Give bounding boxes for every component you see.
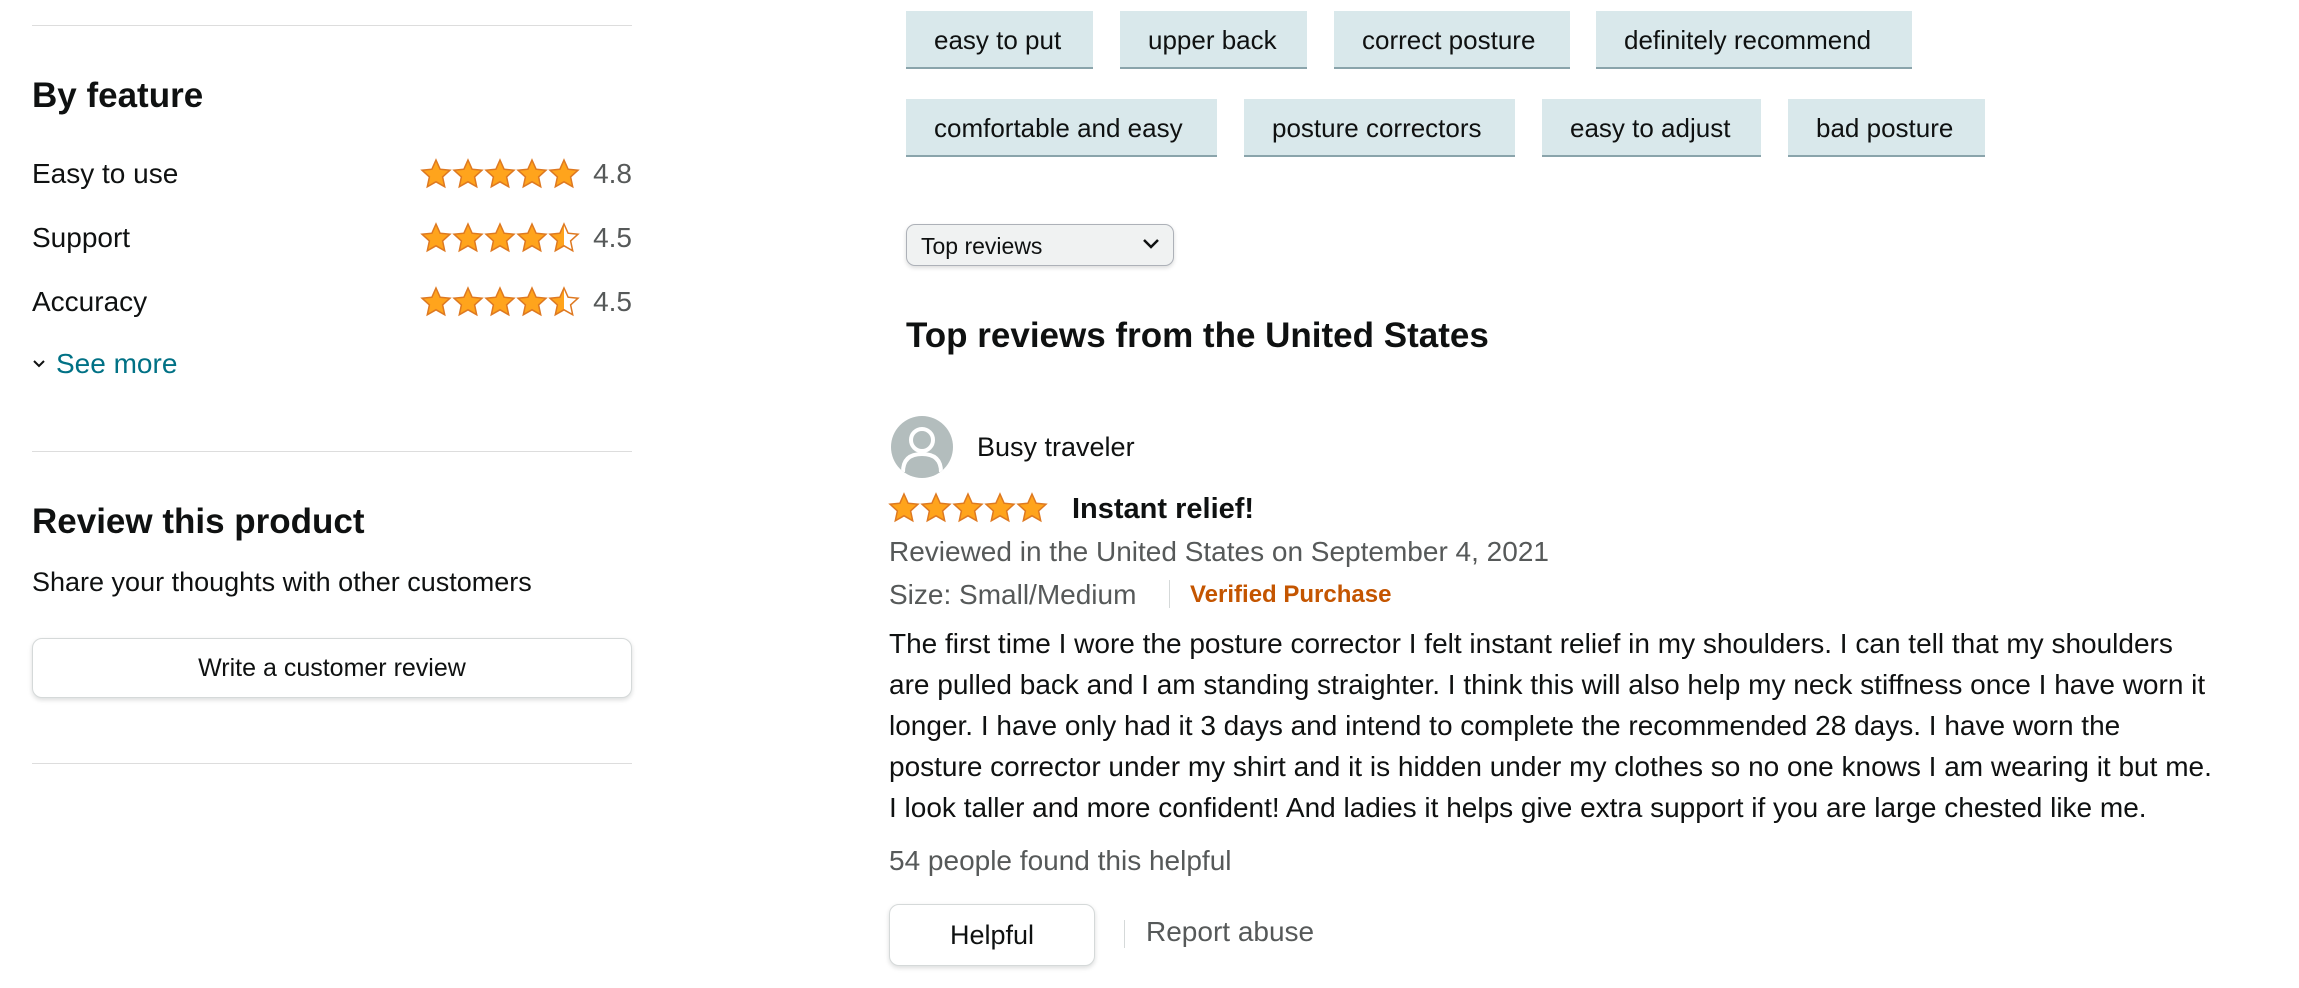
reviews-heading: Top reviews from the United States: [906, 316, 1489, 355]
star-rating: [420, 158, 580, 190]
star-full-icon: [484, 222, 516, 254]
review-star-rating: [888, 492, 1048, 524]
star-full-icon: [484, 286, 516, 318]
keyword-chip[interactable]: definitely recommend: [1596, 11, 1912, 69]
top-divider: [32, 25, 632, 26]
star-full-icon: [548, 158, 580, 190]
star-full-icon: [484, 158, 516, 190]
feature-name: Accuracy: [32, 286, 148, 317]
review-size[interactable]: Size: Small/Medium: [889, 579, 1136, 611]
star-full-icon: [920, 492, 952, 524]
review-title[interactable]: Instant relief!: [1072, 493, 1254, 526]
star-full-icon: [452, 222, 484, 254]
star-full-icon: [420, 158, 452, 190]
feature-rating-value: 4.5: [593, 286, 632, 317]
action-separator: [1124, 920, 1125, 948]
chevron-down-icon: [33, 360, 45, 368]
report-abuse-link[interactable]: Report abuse: [1146, 916, 1314, 948]
keyword-chip[interactable]: easy to put: [906, 11, 1093, 69]
keyword-chip[interactable]: posture correctors: [1244, 99, 1515, 157]
feature-row-accuracy: Accuracy 4.5: [32, 282, 632, 322]
review-body-line: I look taller and more confident! And la…: [889, 792, 2147, 823]
see-more-link[interactable]: See more: [32, 348, 177, 380]
feature-name: Support: [32, 222, 131, 253]
star-full-icon: [952, 492, 984, 524]
reviewer-name[interactable]: Busy traveler: [977, 432, 1135, 463]
review-body-line: The first time I wore the posture correc…: [889, 628, 2173, 659]
star-full-icon: [452, 158, 484, 190]
star-full-icon: [516, 158, 548, 190]
star-rating: [420, 286, 580, 318]
review-product-heading: Review this product: [32, 502, 365, 541]
review-body: The first time I wore the posture correc…: [889, 623, 2289, 828]
star-full-icon: [420, 286, 452, 318]
user-icon: [901, 427, 943, 473]
keyword-chip[interactable]: upper back: [1120, 11, 1307, 69]
review-date: Reviewed in the United States on Septemb…: [889, 536, 1549, 567]
star-rating: [420, 222, 580, 254]
star-full-icon: [984, 492, 1016, 524]
review-body-line: are pulled back and I am standing straig…: [889, 669, 2206, 700]
keyword-chip[interactable]: easy to adjust: [1542, 99, 1761, 157]
sort-dropdown[interactable]: Top reviews: [906, 224, 1174, 266]
star-half-icon: [548, 286, 580, 318]
bottom-divider: [32, 763, 632, 764]
see-more-label: See more: [56, 348, 178, 379]
verified-purchase-badge: Verified Purchase: [1190, 581, 1392, 608]
star-full-icon: [516, 222, 548, 254]
feature-rating-value: 4.5: [593, 222, 632, 253]
mid-divider: [32, 451, 632, 452]
feature-row-easy-to-use: Easy to use 4.8: [32, 154, 632, 194]
sort-selected-value: Top reviews: [921, 233, 1043, 259]
star-full-icon: [420, 222, 452, 254]
keyword-chip[interactable]: comfortable and easy: [906, 99, 1217, 157]
star-full-icon: [888, 492, 920, 524]
keyword-chip[interactable]: correct posture: [1334, 11, 1570, 69]
chevron-down-icon: [1143, 239, 1159, 249]
by-feature-heading: By feature: [32, 76, 204, 115]
star-full-icon: [1016, 492, 1048, 524]
review-body-line: longer. I have only had it 3 days and in…: [889, 710, 2121, 741]
star-full-icon: [516, 286, 548, 318]
keyword-chip[interactable]: bad posture: [1788, 99, 1985, 157]
write-review-button[interactable]: Write a customer review: [32, 638, 632, 698]
star-half-icon: [548, 222, 580, 254]
feature-name: Easy to use: [32, 158, 179, 189]
review-product-subtitle: Share your thoughts with other customers: [32, 567, 532, 597]
helpful-count: 54 people found this helpful: [889, 845, 1232, 876]
feature-row-support: Support 4.5: [32, 218, 632, 258]
reviewer-avatar[interactable]: [891, 416, 953, 478]
review-body-line: posture corrector under my shirt and it …: [889, 751, 2212, 782]
feature-rating-value: 4.8: [593, 158, 632, 189]
helpful-button[interactable]: Helpful: [889, 904, 1095, 966]
meta-separator: [1169, 580, 1170, 608]
star-full-icon: [452, 286, 484, 318]
